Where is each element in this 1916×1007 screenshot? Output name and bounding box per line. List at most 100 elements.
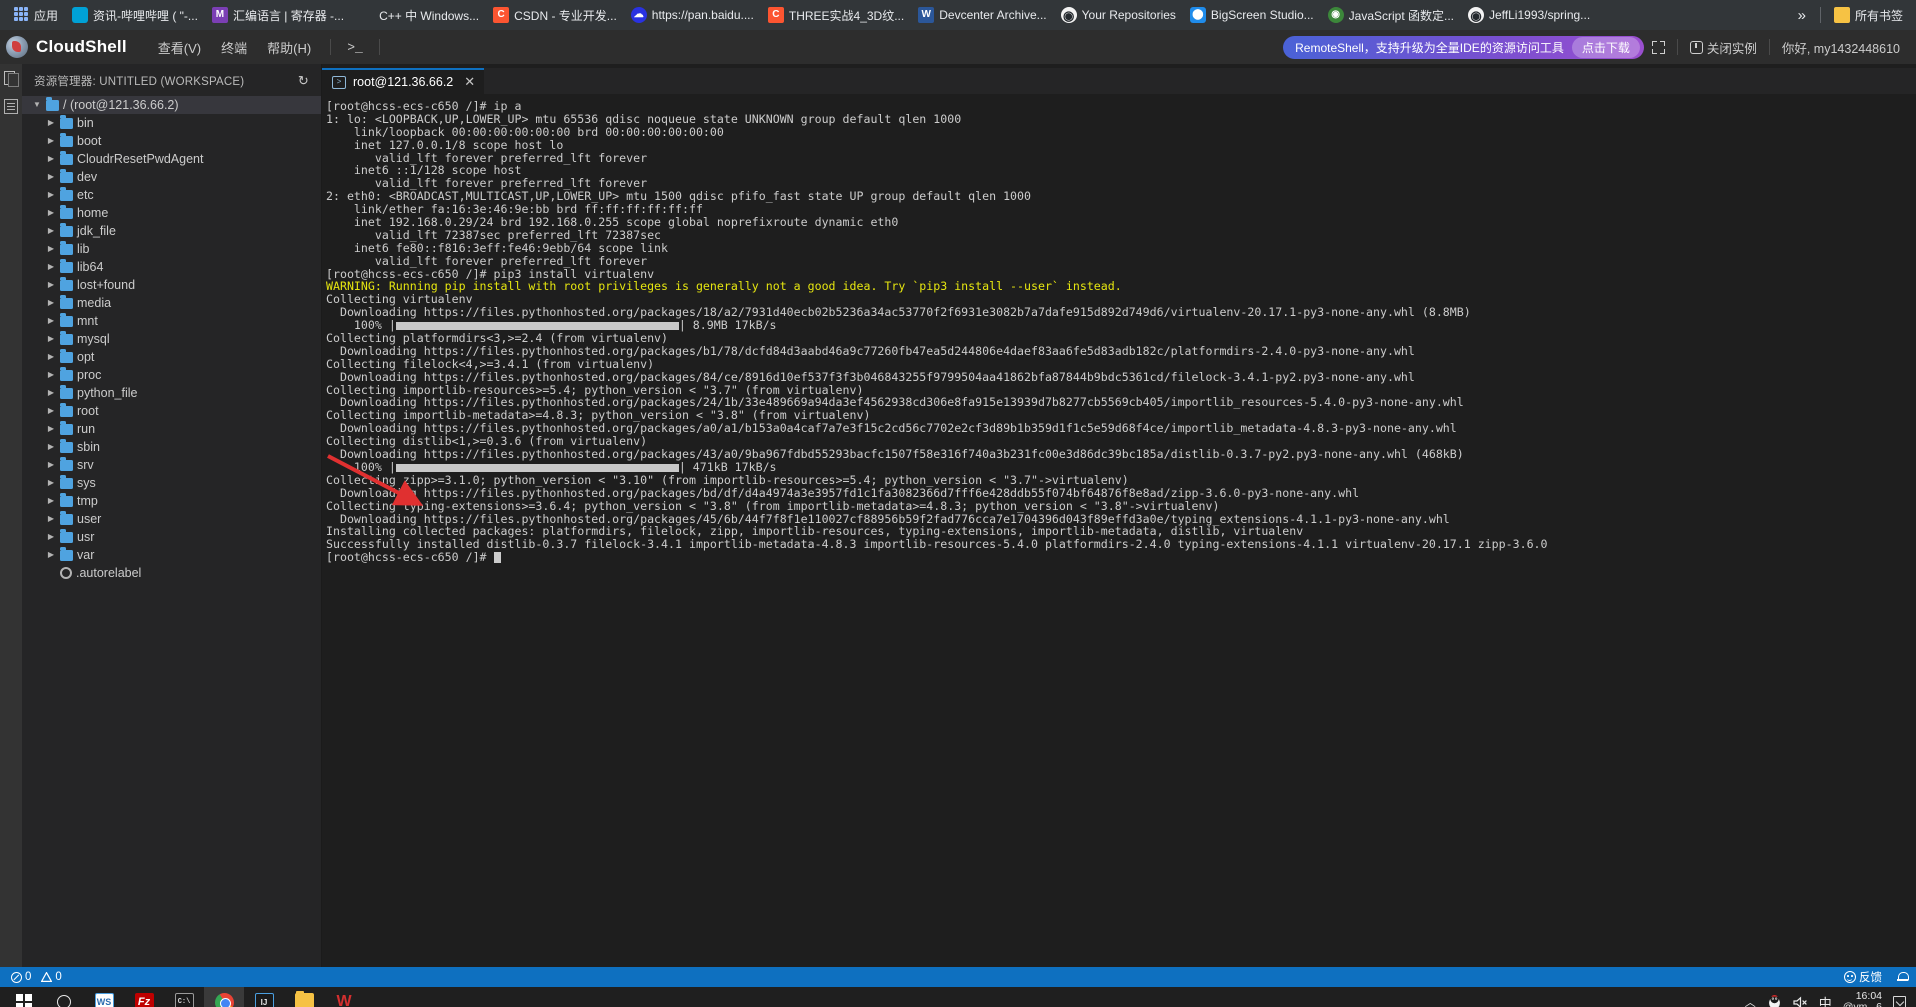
chevron-right-icon[interactable]: ▶ (46, 551, 56, 559)
tree-row[interactable]: ▶ sys (22, 474, 321, 492)
tree-row[interactable]: ▶ tmp (22, 492, 321, 510)
taskbar-clock[interactable]: 16:04 @ym...6 (1843, 991, 1882, 1007)
chevron-down-icon[interactable]: ▼ (32, 101, 42, 109)
tree-row[interactable]: ▶ opt (22, 348, 321, 366)
chevron-right-icon[interactable]: ▶ (46, 209, 56, 217)
chevron-right-icon[interactable]: ▶ (46, 119, 56, 127)
chevron-right-icon[interactable]: ▶ (46, 533, 56, 541)
qq-icon[interactable] (1767, 994, 1782, 1007)
close-icon[interactable]: ✕ (464, 74, 475, 90)
tree-row[interactable]: ▶ lib (22, 240, 321, 258)
chevron-right-icon[interactable]: ▶ (46, 227, 56, 235)
warning-status[interactable]: 0 (38, 971, 64, 983)
tree-row[interactable]: ▶ bin (22, 114, 321, 132)
ime-indicator[interactable]: 中 (1819, 993, 1832, 1007)
taskbar-app[interactable]: WS (84, 987, 124, 1007)
chevron-right-icon[interactable]: ▶ (46, 353, 56, 361)
tree-row[interactable]: ▶ mysql (22, 330, 321, 348)
tree-row[interactable]: ▶ etc (22, 186, 321, 204)
refresh-icon[interactable]: ↻ (294, 73, 313, 89)
bookmarks-overflow-button[interactable]: » (1790, 4, 1814, 27)
terminal-output-pane[interactable]: [root@hcss-ecs-c650 /]# ip a 1: lo: <LOOP… (322, 94, 1916, 967)
tree-row[interactable]: ▶ jdk_file (22, 222, 321, 240)
tree-row[interactable]: ▶ user (22, 510, 321, 528)
tree-row[interactable]: ▶ CloudrResetPwdAgent (22, 150, 321, 168)
taskbar-app[interactable] (204, 987, 244, 1007)
chevron-right-icon[interactable]: ▶ (46, 479, 56, 487)
bell-icon[interactable] (1897, 971, 1909, 983)
tree-row[interactable]: ▶ mnt (22, 312, 321, 330)
chevron-right-icon[interactable]: ▶ (46, 155, 56, 163)
taskbar-app[interactable]: IJ (244, 987, 284, 1007)
bookmark-item[interactable]: C THREE实战4_3D纹... (761, 4, 911, 27)
menu-item[interactable]: 查看(V) (149, 34, 210, 61)
fullscreen-button[interactable] (1644, 37, 1673, 58)
tree-row[interactable]: ▶ python_file (22, 384, 321, 402)
terminal-tab[interactable]: > root@121.36.66.2 ✕ (322, 68, 485, 94)
feedback-button[interactable]: 反馈 (1841, 969, 1885, 985)
bookmark-item[interactable]: 资讯-哔哩哔哩 ( "-... (65, 4, 205, 27)
chevron-right-icon[interactable]: ▶ (46, 281, 56, 289)
bookmark-item[interactable]: ◉ JavaScript 函数定... (1321, 4, 1461, 27)
chevron-right-icon[interactable]: ▶ (46, 299, 56, 307)
tree-row[interactable]: ▶ lib64 (22, 258, 321, 276)
chevron-right-icon[interactable]: ▶ (46, 245, 56, 253)
tree-row[interactable]: ▶ sbin (22, 438, 321, 456)
tree-row[interactable]: .autorelabel (22, 564, 321, 582)
taskbar-search-button[interactable] (44, 987, 84, 1007)
tree-row[interactable]: ▶ home (22, 204, 321, 222)
promo-download-button[interactable]: 点击下载 (1571, 36, 1640, 58)
chevron-right-icon[interactable]: ▶ (46, 461, 56, 469)
explorer-icon[interactable] (3, 70, 19, 87)
tree-row[interactable]: ▶ usr (22, 528, 321, 546)
menu-item[interactable]: 终端 (212, 34, 256, 61)
new-terminal-icon[interactable]: >_ (341, 38, 369, 57)
menu-item[interactable]: 帮助(H) (258, 34, 320, 61)
chevron-right-icon[interactable]: ▶ (46, 389, 56, 397)
bookmark-item[interactable]: ◉ JeffLi1993/spring... (1461, 4, 1597, 26)
bookmark-item[interactable]: C CSDN - 专业开发... (486, 4, 624, 27)
start-button[interactable] (4, 987, 44, 1007)
tray-expand-icon[interactable]: ︿ (1745, 994, 1756, 1007)
tree-row[interactable]: ▶ var (22, 546, 321, 564)
chevron-right-icon[interactable]: ▶ (46, 407, 56, 415)
remoteshell-promo-banner[interactable]: RemoteShell，支持升级为全量IDE的资源访问工具 点击下载 (1283, 35, 1644, 59)
user-greeting[interactable]: 你好, my1432448610 (1774, 34, 1908, 61)
chevron-right-icon[interactable]: ▶ (46, 263, 56, 271)
taskbar-app[interactable]: Fz (124, 987, 164, 1007)
chevron-right-icon[interactable]: ▶ (46, 497, 56, 505)
close-instance-button[interactable]: 关闭实例 (1682, 34, 1765, 61)
documents-icon[interactable] (4, 99, 18, 114)
chevron-right-icon[interactable]: ▶ (46, 371, 56, 379)
tree-row[interactable]: ▶ dev (22, 168, 321, 186)
tree-row[interactable]: ▶ media (22, 294, 321, 312)
tree-row[interactable]: ▶ boot (22, 132, 321, 150)
bookmark-item[interactable]: W Devcenter Archive... (911, 4, 1053, 26)
all-bookmarks-button[interactable]: 所有书签 (1827, 4, 1910, 27)
volume-muted-icon[interactable] (1793, 995, 1808, 1007)
tree-row[interactable]: ▶ proc (22, 366, 321, 384)
taskbar-app[interactable]: W (324, 987, 364, 1007)
taskbar-app[interactable] (284, 987, 324, 1007)
bookmark-item[interactable]: ⬤ BigScreen Studio... (1183, 4, 1321, 26)
chevron-right-icon[interactable]: ▶ (46, 425, 56, 433)
chevron-right-icon[interactable]: ▶ (46, 443, 56, 451)
tree-row-root[interactable]: ▼ / (root@121.36.66.2) (22, 96, 321, 114)
error-status[interactable]: 0 (8, 971, 34, 983)
chevron-right-icon[interactable]: ▶ (46, 335, 56, 343)
tree-row[interactable]: ▶ run (22, 420, 321, 438)
bookmark-item[interactable]: C++ 中 Windows... (351, 4, 486, 27)
chevron-right-icon[interactable]: ▶ (46, 173, 56, 181)
chevron-right-icon[interactable]: ▶ (46, 191, 56, 199)
bookmark-item[interactable]: М 汇编语言 | 寄存器 -... (205, 4, 351, 27)
chevron-right-icon[interactable]: ▶ (46, 515, 56, 523)
notifications-icon[interactable] (1893, 996, 1906, 1007)
bookmark-item[interactable]: ◉ Your Repositories (1054, 4, 1183, 26)
tree-row[interactable]: ▶ lost+found (22, 276, 321, 294)
tree-row[interactable]: ▶ srv (22, 456, 321, 474)
taskbar-app[interactable]: C:\ (164, 987, 204, 1007)
bookmark-item[interactable]: 应用 (6, 4, 65, 27)
tree-row[interactable]: ▶ root (22, 402, 321, 420)
bookmark-item[interactable]: ☁ https://pan.baidu.... (624, 4, 761, 26)
chevron-right-icon[interactable]: ▶ (46, 137, 56, 145)
